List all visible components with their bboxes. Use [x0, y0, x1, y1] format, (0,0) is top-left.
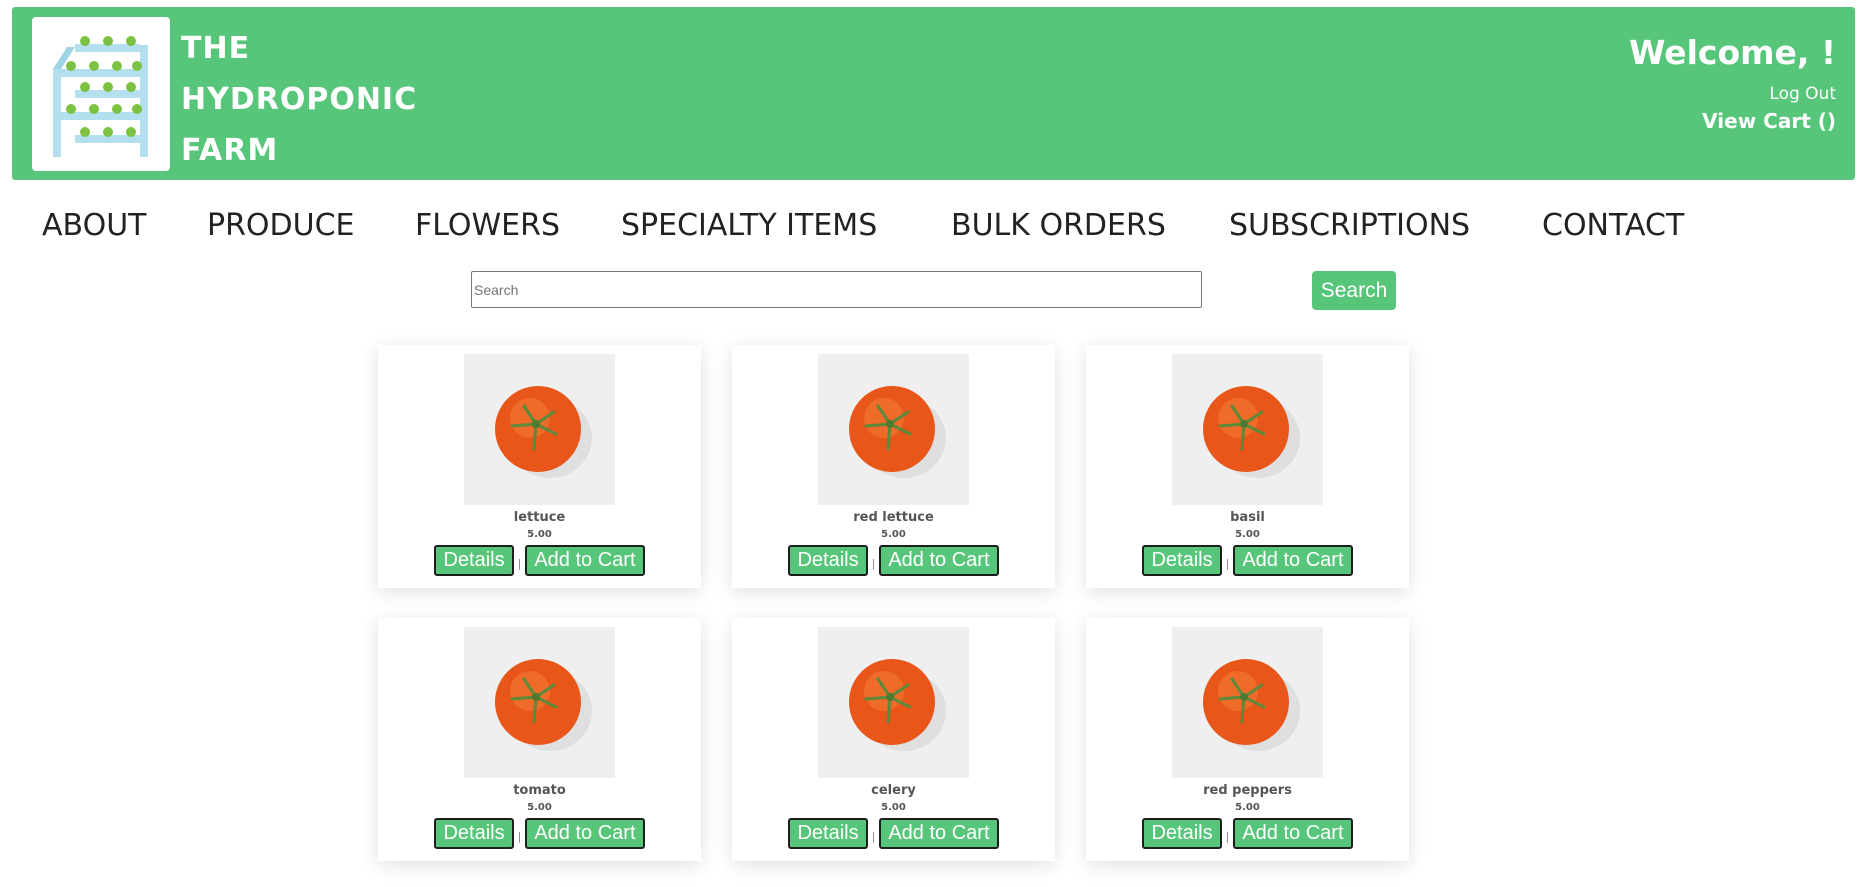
tomato-image [495, 659, 592, 751]
nav-item-flowers[interactable]: FLOWERS [415, 206, 621, 246]
product-price: 5.00 [881, 529, 906, 540]
product-card: red lettuce 5.00 Details | Add to Cart [732, 345, 1055, 588]
nav-item-produce[interactable]: PRODUCE [207, 206, 415, 246]
product-price: 5.00 [1235, 802, 1260, 813]
product-card: tomato 5.00 Details | Add to Cart [378, 618, 701, 861]
product-actions: Details | Add to Cart [1086, 545, 1409, 576]
tomato-image [1203, 386, 1300, 478]
details-button[interactable]: Details [788, 818, 868, 849]
search-input[interactable] [471, 271, 1202, 308]
site-title: THE HYDROPONIC FARM [181, 23, 417, 176]
tomato-image [849, 659, 946, 751]
product-image[interactable] [464, 354, 615, 505]
nav-item-specialty-items[interactable]: SPECIALTY ITEMS [621, 206, 951, 246]
nav-item-about[interactable]: ABOUT [42, 206, 207, 246]
product-price: 5.00 [1235, 529, 1260, 540]
welcome-message: Welcome, ! [1629, 33, 1836, 72]
details-button[interactable]: Details [1142, 545, 1222, 576]
nav-item-subscriptions[interactable]: SUBSCRIPTIONS [1229, 206, 1542, 246]
nav-item-contact[interactable]: CONTACT [1542, 206, 1684, 246]
product-name: celery [871, 783, 916, 798]
product-name: basil [1230, 510, 1265, 525]
add-to-cart-button[interactable]: Add to Cart [1233, 545, 1353, 576]
separator: | [1225, 557, 1230, 570]
details-button[interactable]: Details [434, 818, 514, 849]
nav-item-bulk-orders[interactable]: BULK ORDERS [951, 206, 1229, 246]
details-button[interactable]: Details [434, 545, 514, 576]
product-image[interactable] [464, 627, 615, 778]
site-header: THE HYDROPONIC FARM Welcome, ! Log Out V… [12, 7, 1855, 180]
product-image[interactable] [1172, 627, 1323, 778]
logo[interactable] [32, 17, 170, 171]
product-card: lettuce 5.00 Details | Add to Cart [378, 345, 701, 588]
product-image[interactable] [818, 627, 969, 778]
site-title-line: FARM [181, 133, 279, 168]
product-card: celery 5.00 Details | Add to Cart [732, 618, 1055, 861]
logout-link[interactable]: Log Out [1629, 84, 1836, 104]
separator: | [517, 830, 522, 843]
add-to-cart-button[interactable]: Add to Cart [525, 818, 645, 849]
add-to-cart-button[interactable]: Add to Cart [525, 545, 645, 576]
site-title-line: THE [181, 31, 251, 66]
product-name: lettuce [513, 510, 566, 525]
product-name: red lettuce [853, 510, 934, 525]
search-button[interactable]: Search [1312, 271, 1396, 310]
product-card: basil 5.00 Details | Add to Cart [1086, 345, 1409, 588]
product-price: 5.00 [527, 529, 552, 540]
product-card: red peppers 5.00 Details | Add to Cart [1086, 618, 1409, 861]
site-title-line: HYDROPONIC [181, 82, 418, 117]
tomato-image [495, 386, 592, 478]
product-image[interactable] [1172, 354, 1323, 505]
product-actions: Details | Add to Cart [1086, 818, 1409, 849]
product-image[interactable] [818, 354, 969, 505]
product-actions: Details | Add to Cart [378, 818, 701, 849]
product-actions: Details | Add to Cart [732, 818, 1055, 849]
hydroponic-rack-icon [53, 36, 148, 157]
product-actions: Details | Add to Cart [378, 545, 701, 576]
add-to-cart-button[interactable]: Add to Cart [1233, 818, 1353, 849]
details-button[interactable]: Details [788, 545, 868, 576]
product-actions: Details | Add to Cart [732, 545, 1055, 576]
product-price: 5.00 [527, 802, 552, 813]
separator: | [1225, 830, 1230, 843]
view-cart-link[interactable]: View Cart () [1629, 108, 1836, 134]
separator: | [517, 557, 522, 570]
product-name: red peppers [1203, 783, 1292, 798]
add-to-cart-button[interactable]: Add to Cart [879, 545, 999, 576]
tomato-image [1203, 659, 1300, 751]
product-name: tomato [513, 783, 566, 798]
details-button[interactable]: Details [1142, 818, 1222, 849]
product-price: 5.00 [881, 802, 906, 813]
separator: | [871, 830, 876, 843]
add-to-cart-button[interactable]: Add to Cart [879, 818, 999, 849]
user-panel: Welcome, ! Log Out View Cart () [1629, 32, 1836, 134]
tomato-image [849, 386, 946, 478]
main-nav: ABOUT PRODUCE FLOWERS SPECIALTY ITEMS BU… [42, 206, 1684, 246]
separator: | [871, 557, 876, 570]
